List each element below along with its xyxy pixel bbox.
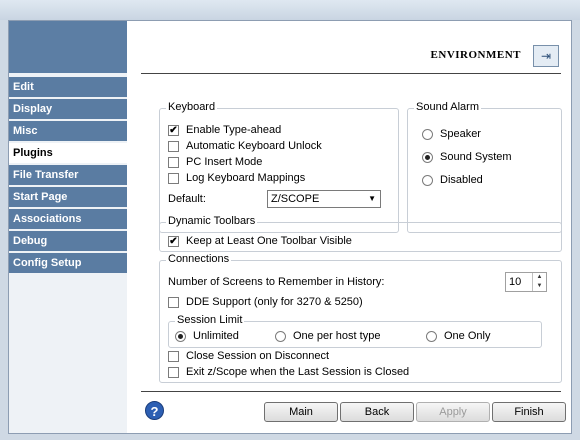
auto-keyboard-unlock-checkbox[interactable]: Automatic Keyboard Unlock	[168, 139, 322, 153]
checkbox-box	[168, 296, 179, 308]
pc-insert-mode-checkbox[interactable]: PC Insert Mode	[168, 155, 262, 169]
sound-alarm-disabled-radio[interactable]: Disabled	[422, 173, 483, 187]
session-limit-one-only-radio[interactable]: One Only	[426, 329, 490, 343]
stepper-arrows-icon[interactable]: ▲ ▼	[532, 273, 546, 291]
sidebar-item-debug[interactable]: Debug	[9, 231, 127, 251]
radio-label: Unlimited	[193, 330, 239, 342]
dynamic-toolbars-group-legend: Dynamic Toolbars	[166, 215, 258, 227]
checkbox-label: DDE Support (only for 3270 & 5250)	[186, 296, 363, 308]
checkbox-box: ✔	[168, 124, 179, 136]
finish-button[interactable]: Finish	[492, 402, 566, 422]
radio-label: Speaker	[440, 128, 481, 140]
checkbox-label: Log Keyboard Mappings	[186, 172, 306, 184]
sidebar-item-file-transfer[interactable]: File Transfer	[9, 165, 127, 185]
checkbox-box	[168, 172, 179, 184]
default-keyboard-select[interactable]: Z/SCOPE ▼	[267, 190, 381, 208]
help-icon[interactable]: ?	[145, 401, 164, 420]
page-title: ENVIRONMENT	[430, 49, 521, 61]
radio-circle	[422, 128, 433, 140]
close-on-disconnect-checkbox[interactable]: Close Session on Disconnect	[168, 349, 329, 363]
checkbox-label: Keep at Least One Toolbar Visible	[186, 235, 352, 247]
main-button[interactable]: Main	[264, 402, 338, 422]
connections-group: Connections Number of Screens to Remembe…	[159, 253, 562, 383]
checkbox-box	[168, 350, 179, 362]
radio-label: One Only	[444, 330, 491, 342]
session-limit-group: Session Limit Unlimited One per host typ…	[168, 314, 542, 348]
exit-on-last-close-checkbox[interactable]: Exit z/Scope when the Last Session is Cl…	[168, 365, 409, 379]
sidebar-item-misc[interactable]: Misc	[9, 121, 127, 141]
sidebar-item-start-page[interactable]: Start Page	[9, 187, 127, 207]
keep-toolbar-visible-checkbox[interactable]: ✔ Keep at Least One Toolbar Visible	[168, 234, 352, 248]
checkbox-box	[168, 140, 179, 152]
back-button[interactable]: Back	[340, 402, 414, 422]
sidebar-item-display[interactable]: Display	[9, 99, 127, 119]
session-limit-one-per-host-radio[interactable]: One per host type	[275, 329, 380, 343]
session-limit-group-legend: Session Limit	[175, 314, 245, 326]
default-label: Default:	[168, 193, 206, 205]
sidebar-item-associations[interactable]: Associations	[9, 209, 127, 229]
radio-circle	[422, 174, 433, 186]
sound-alarm-group: Sound Alarm Speaker Sound System Disable…	[407, 101, 562, 233]
radio-circle	[275, 330, 286, 342]
radio-circle	[422, 151, 433, 163]
log-keyboard-mappings-checkbox[interactable]: Log Keyboard Mappings	[168, 171, 305, 185]
dde-support-checkbox[interactable]: DDE Support (only for 3270 & 5250)	[168, 295, 363, 309]
session-limit-unlimited-radio[interactable]: Unlimited	[175, 329, 239, 343]
application-window: Edit Display Misc Plugins File Transfer …	[0, 0, 580, 440]
connections-group-legend: Connections	[166, 253, 232, 265]
history-count-stepper[interactable]: 10 ▲ ▼	[505, 272, 547, 292]
checkbox-box	[168, 366, 179, 378]
footer-divider	[141, 391, 561, 392]
chevron-down-icon: ▼	[368, 194, 376, 203]
sound-alarm-group-legend: Sound Alarm	[414, 101, 481, 113]
window-titlebar[interactable]	[0, 0, 580, 20]
enable-type-ahead-checkbox[interactable]: ✔ Enable Type-ahead	[168, 123, 281, 137]
dynamic-toolbars-group: Dynamic Toolbars ✔ Keep at Least One Too…	[159, 215, 562, 252]
sidebar-item-config-setup[interactable]: Config Setup	[9, 253, 127, 273]
sidebar-nav: Edit Display Misc Plugins File Transfer …	[9, 77, 127, 275]
radio-circle	[175, 330, 186, 342]
header-divider	[141, 73, 561, 74]
sidebar-item-plugins[interactable]: Plugins	[9, 143, 127, 163]
radio-label: One per host type	[293, 330, 381, 342]
dialog-frame: Edit Display Misc Plugins File Transfer …	[8, 20, 572, 434]
apply-button[interactable]: Apply	[416, 402, 490, 422]
history-count-label: Number of Screens to Remember in History…	[168, 276, 385, 288]
checkbox-label: Exit z/Scope when the Last Session is Cl…	[186, 366, 410, 378]
radio-label: Sound System	[440, 151, 512, 163]
checkbox-box	[168, 156, 179, 168]
checkbox-label: PC Insert Mode	[186, 156, 263, 168]
radio-label: Disabled	[440, 174, 483, 186]
sound-alarm-speaker-radio[interactable]: Speaker	[422, 127, 481, 141]
sidebar: Edit Display Misc Plugins File Transfer …	[9, 21, 127, 433]
stepper-value: 10	[509, 276, 522, 288]
checkbox-label: Close Session on Disconnect	[186, 350, 330, 362]
checkbox-label: Automatic Keyboard Unlock	[186, 140, 322, 152]
content-panel: ENVIRONMENT ⇥ Keyboard ✔ Enable Type-ahe…	[127, 21, 571, 433]
sidebar-header-panel	[9, 21, 127, 73]
checkbox-label: Enable Type-ahead	[186, 124, 282, 136]
select-value: Z/SCOPE	[271, 193, 320, 205]
radio-circle	[426, 330, 437, 342]
checkbox-box: ✔	[168, 235, 179, 247]
environment-settings-icon: ⇥	[533, 45, 559, 67]
sidebar-item-edit[interactable]: Edit	[9, 77, 127, 97]
sound-alarm-sound-system-radio[interactable]: Sound System	[422, 150, 512, 164]
keyboard-group-legend: Keyboard	[166, 101, 218, 113]
